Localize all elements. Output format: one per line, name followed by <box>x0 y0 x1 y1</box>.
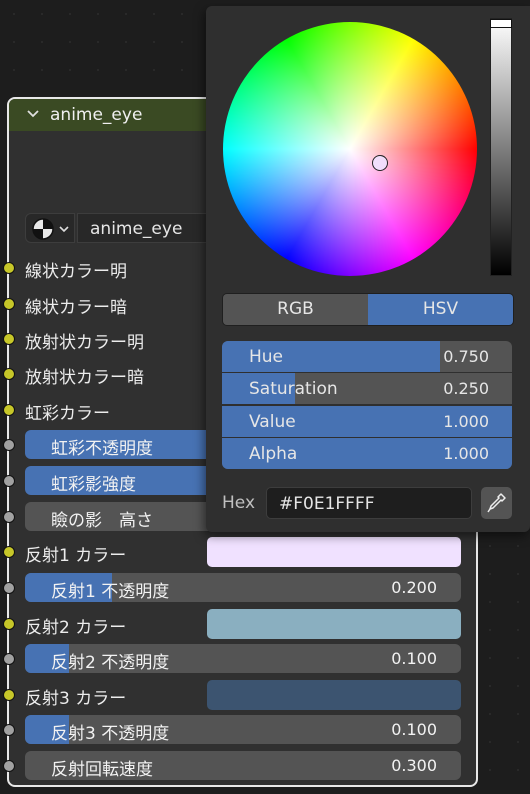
input-label: 虹彩カラー <box>25 404 110 424</box>
input-label: 反射3 カラー <box>25 689 127 709</box>
field-value: 0.300 <box>391 756 437 775</box>
field-label: 反射1 不透明度 <box>51 582 170 602</box>
mode-hsv-button[interactable]: HSV <box>368 294 513 325</box>
node-input-row: 反射3 不透明度 0.100 <box>3 715 476 745</box>
mode-rgb-button[interactable]: RGB <box>223 294 368 325</box>
node-input-row: 反射3 カラー <box>3 680 476 710</box>
slider-alpha[interactable]: Alpha 1.000 <box>222 437 512 469</box>
slider-hue[interactable]: Hue 0.750 <box>222 341 512 372</box>
input-label: 線状カラー明 <box>25 262 127 282</box>
field-value: 0.100 <box>391 720 437 739</box>
value-field[interactable]: 反射1 不透明度 0.200 <box>25 573 461 602</box>
node-input-row: 反射1 カラー <box>3 537 476 567</box>
field-value: 0.200 <box>391 578 437 597</box>
input-socket[interactable] <box>3 546 15 558</box>
field-value: 0.100 <box>391 649 437 668</box>
hex-label: Hex <box>222 493 256 513</box>
field-label: 虹彩不透明度 <box>51 439 153 459</box>
input-socket[interactable] <box>3 618 15 630</box>
slider-value: 0.250 <box>443 379 489 399</box>
material-sphere-icon <box>32 218 69 240</box>
input-label: 反射1 カラー <box>25 546 127 566</box>
slider-saturation[interactable]: Saturation 0.250 <box>222 373 512 405</box>
field-label: 虹彩影強度 <box>51 475 136 495</box>
hex-input[interactable]: #F0E1FFFF <box>266 487 472 519</box>
color-wheel[interactable] <box>223 22 477 276</box>
input-label: 反射2 カラー <box>25 618 127 638</box>
input-socket[interactable] <box>3 404 15 416</box>
color-wheel-cursor[interactable] <box>372 155 388 171</box>
hex-value: #F0E1FFFF <box>279 494 375 514</box>
input-label: 放射状カラー暗 <box>25 368 144 388</box>
slider-label: Saturation <box>249 379 338 400</box>
input-socket[interactable] <box>3 653 15 665</box>
field-label: 反射2 不透明度 <box>51 653 170 673</box>
slider-label: Hue <box>249 347 284 367</box>
color-swatch[interactable] <box>207 537 461 567</box>
material-browse-button[interactable] <box>25 213 75 243</box>
hsv-sliders: Hue 0.750 Saturation 0.250 Value 1.000 Alpha 1.… <box>222 341 512 469</box>
node-input-row: 反射2 カラー <box>3 609 476 639</box>
input-socket[interactable] <box>3 262 15 274</box>
slider-label: Alpha <box>249 443 298 464</box>
value-field[interactable]: 反射2 不透明度 0.100 <box>25 644 461 673</box>
field-label: 反射3 不透明度 <box>51 724 170 744</box>
color-swatch[interactable] <box>207 680 461 710</box>
input-socket[interactable] <box>3 582 15 594</box>
input-socket[interactable] <box>3 724 15 736</box>
material-selector[interactable]: anime_eye <box>25 213 237 243</box>
value-slider-bar[interactable] <box>490 18 512 276</box>
material-name: anime_eye <box>90 219 183 239</box>
node-title: anime_eye <box>50 105 143 125</box>
chevron-down-icon[interactable] <box>25 106 41 126</box>
node-input-row: 反射2 不透明度 0.100 <box>3 644 476 674</box>
input-socket[interactable] <box>3 439 15 451</box>
color-picker-popup[interactable]: RGB HSV Hue 0.750 Saturation 0.250 Value 1.00… <box>206 6 530 532</box>
value-slider-handle[interactable] <box>490 19 512 28</box>
value-field[interactable]: 反射3 不透明度 0.100 <box>25 715 461 744</box>
field-label: 反射回転速度 <box>51 760 153 780</box>
slider-value: 1.000 <box>443 411 489 431</box>
color-swatch[interactable] <box>207 609 461 639</box>
eyedropper-icon <box>487 493 506 513</box>
value-field[interactable]: 虹彩不透明度 <box>25 430 215 459</box>
value-field[interactable]: 反射回転速度 0.300 <box>25 751 461 780</box>
eyedropper-button[interactable] <box>481 487 512 519</box>
value-field[interactable]: 虹彩影強度 <box>25 466 215 495</box>
input-label: 放射状カラー明 <box>25 333 144 353</box>
input-socket[interactable] <box>3 368 15 380</box>
slider-label: Value <box>249 411 296 432</box>
color-mode-toggle[interactable]: RGB HSV <box>222 293 514 326</box>
input-socket[interactable] <box>3 760 15 772</box>
value-field[interactable]: 瞼の影 高さ <box>25 502 215 531</box>
slider-value: 1.000 <box>443 443 489 463</box>
field-label: 瞼の影 高さ <box>51 511 153 531</box>
node-input-row: 反射回転速度 0.300 <box>3 751 476 781</box>
input-socket[interactable] <box>3 333 15 345</box>
node-input-row: 反射1 不透明度 0.200 <box>3 573 476 603</box>
input-socket[interactable] <box>3 511 15 523</box>
input-socket[interactable] <box>3 689 15 701</box>
input-socket[interactable] <box>3 475 15 487</box>
slider-value[interactable]: Value 1.000 <box>222 405 512 437</box>
input-label: 線状カラー暗 <box>25 298 127 318</box>
slider-value: 0.750 <box>443 347 489 366</box>
input-socket[interactable] <box>3 298 15 310</box>
